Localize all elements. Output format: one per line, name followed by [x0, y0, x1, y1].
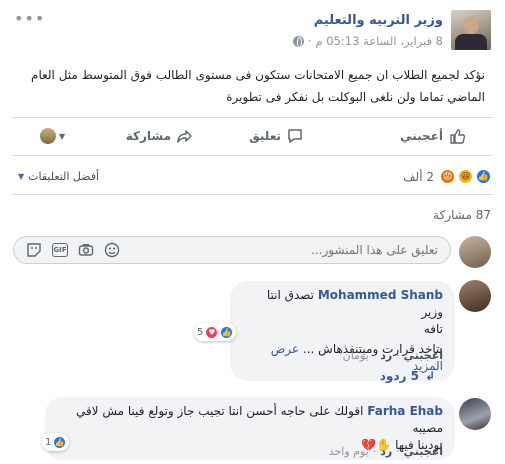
- share-button[interactable]: مشاركة: [126, 121, 193, 151]
- post-text: نؤكد لجميع الطلاب ان جميع الامتحانات ستك…: [31, 68, 485, 104]
- reactions-summary[interactable]: 👍 😆 😡 2 ألف: [403, 169, 491, 184]
- divider: [12, 155, 493, 156]
- composer-tools: GIF: [26, 242, 120, 258]
- comment-icon: [288, 129, 302, 143]
- profile-avatar: [40, 128, 56, 144]
- like-label: أعجبني: [400, 129, 443, 143]
- comment-reply-link[interactable]: رد: [380, 445, 392, 458]
- post-meta: 8 فبراير، الساعة 05:13 م ·: [292, 34, 444, 48]
- comment-label: تعليق: [249, 129, 281, 143]
- more-options-icon[interactable]: •••: [14, 11, 45, 27]
- commenter-avatar[interactable]: [459, 280, 491, 312]
- post-card: وزير التربيه والتعليم 8 فبراير، الساعة 0…: [0, 0, 505, 464]
- commenter-avatar[interactable]: [459, 398, 491, 430]
- post-as-selector[interactable]: ▼: [40, 128, 65, 144]
- comment-text: تافه: [423, 322, 443, 336]
- comment-actions: أعجبني · رد · يوم واحد: [328, 445, 443, 458]
- sticker-icon[interactable]: [26, 242, 42, 258]
- comment-line: Mohammed Shanb تصدق انتا وزير: [242, 287, 443, 321]
- comment-sort[interactable]: أفضل التعليقات ▼: [18, 170, 99, 183]
- caret-down-icon: ▼: [59, 131, 66, 141]
- share-icon: [177, 130, 192, 143]
- comment-time[interactable]: يومان: [343, 349, 369, 362]
- commenter-name[interactable]: Farha Ehab: [367, 404, 443, 418]
- view-replies-link[interactable]: ↲ 5 ردود: [380, 369, 435, 383]
- divider: [12, 194, 493, 195]
- page-avatar[interactable]: [451, 10, 491, 50]
- comment-reactions[interactable]: 1 👍: [42, 433, 70, 451]
- divider: [12, 117, 493, 118]
- love-reaction-icon: ♥: [205, 325, 219, 339]
- comment-like-link[interactable]: أعجبني: [404, 349, 443, 362]
- like-button[interactable]: أعجبني: [400, 121, 465, 151]
- like-reaction-icon: 👍: [53, 435, 67, 449]
- share-count[interactable]: 87 مشاركة: [433, 208, 491, 222]
- caret-down-icon: ▼: [18, 172, 25, 181]
- comment-reactions[interactable]: 5 ♥ 👍: [194, 323, 237, 341]
- share-label: مشاركة: [125, 129, 171, 143]
- sort-label: أفضل التعليقات: [28, 170, 100, 183]
- reply-arrow-icon: ↲: [424, 369, 435, 383]
- like-reaction-icon: 👍: [476, 169, 491, 184]
- like-reaction-icon: 👍: [220, 325, 234, 339]
- replies-count: 5 ردود: [379, 369, 419, 383]
- emoji-icon[interactable]: [104, 242, 120, 258]
- globe-icon: [292, 35, 304, 48]
- haha-reaction-icon: 😆: [458, 169, 473, 184]
- gif-icon[interactable]: GIF: [52, 242, 68, 258]
- comment-input[interactable]: [198, 243, 438, 257]
- comment-reply-link[interactable]: رد: [380, 349, 392, 362]
- comment-button[interactable]: تعليق: [249, 121, 303, 151]
- post-actions: أعجبني تعليق مشاركة ▼: [12, 121, 493, 151]
- commenter-name[interactable]: Mohammed Shanb: [318, 288, 443, 302]
- reaction-count: 2 ألف: [403, 169, 434, 184]
- comment-reaction-count: 5: [197, 326, 204, 338]
- comment-time[interactable]: يوم واحد: [329, 445, 369, 458]
- post-time[interactable]: 8 فبراير، الساعة 05:13 م: [316, 34, 444, 48]
- comment-line: Farha Ehab اقولك على حاجه أحسن انتا تجيب…: [57, 403, 443, 437]
- thumbs-up-icon: [450, 129, 465, 144]
- comment-reaction-count: 1: [45, 436, 52, 448]
- user-avatar: [459, 236, 491, 268]
- page-name[interactable]: وزير التربيه والتعليم: [314, 13, 443, 28]
- comment-bubble: Mohammed Shanb تصدق انتا وزير تافه بتاخد…: [230, 281, 455, 381]
- comment-actions: أعجبني · رد · يومان: [342, 349, 443, 362]
- comment-composer[interactable]: GIF: [13, 236, 451, 264]
- angry-reaction-icon: 😡: [440, 169, 455, 184]
- comment-like-link[interactable]: أعجبني: [404, 445, 443, 458]
- camera-icon[interactable]: [78, 242, 94, 258]
